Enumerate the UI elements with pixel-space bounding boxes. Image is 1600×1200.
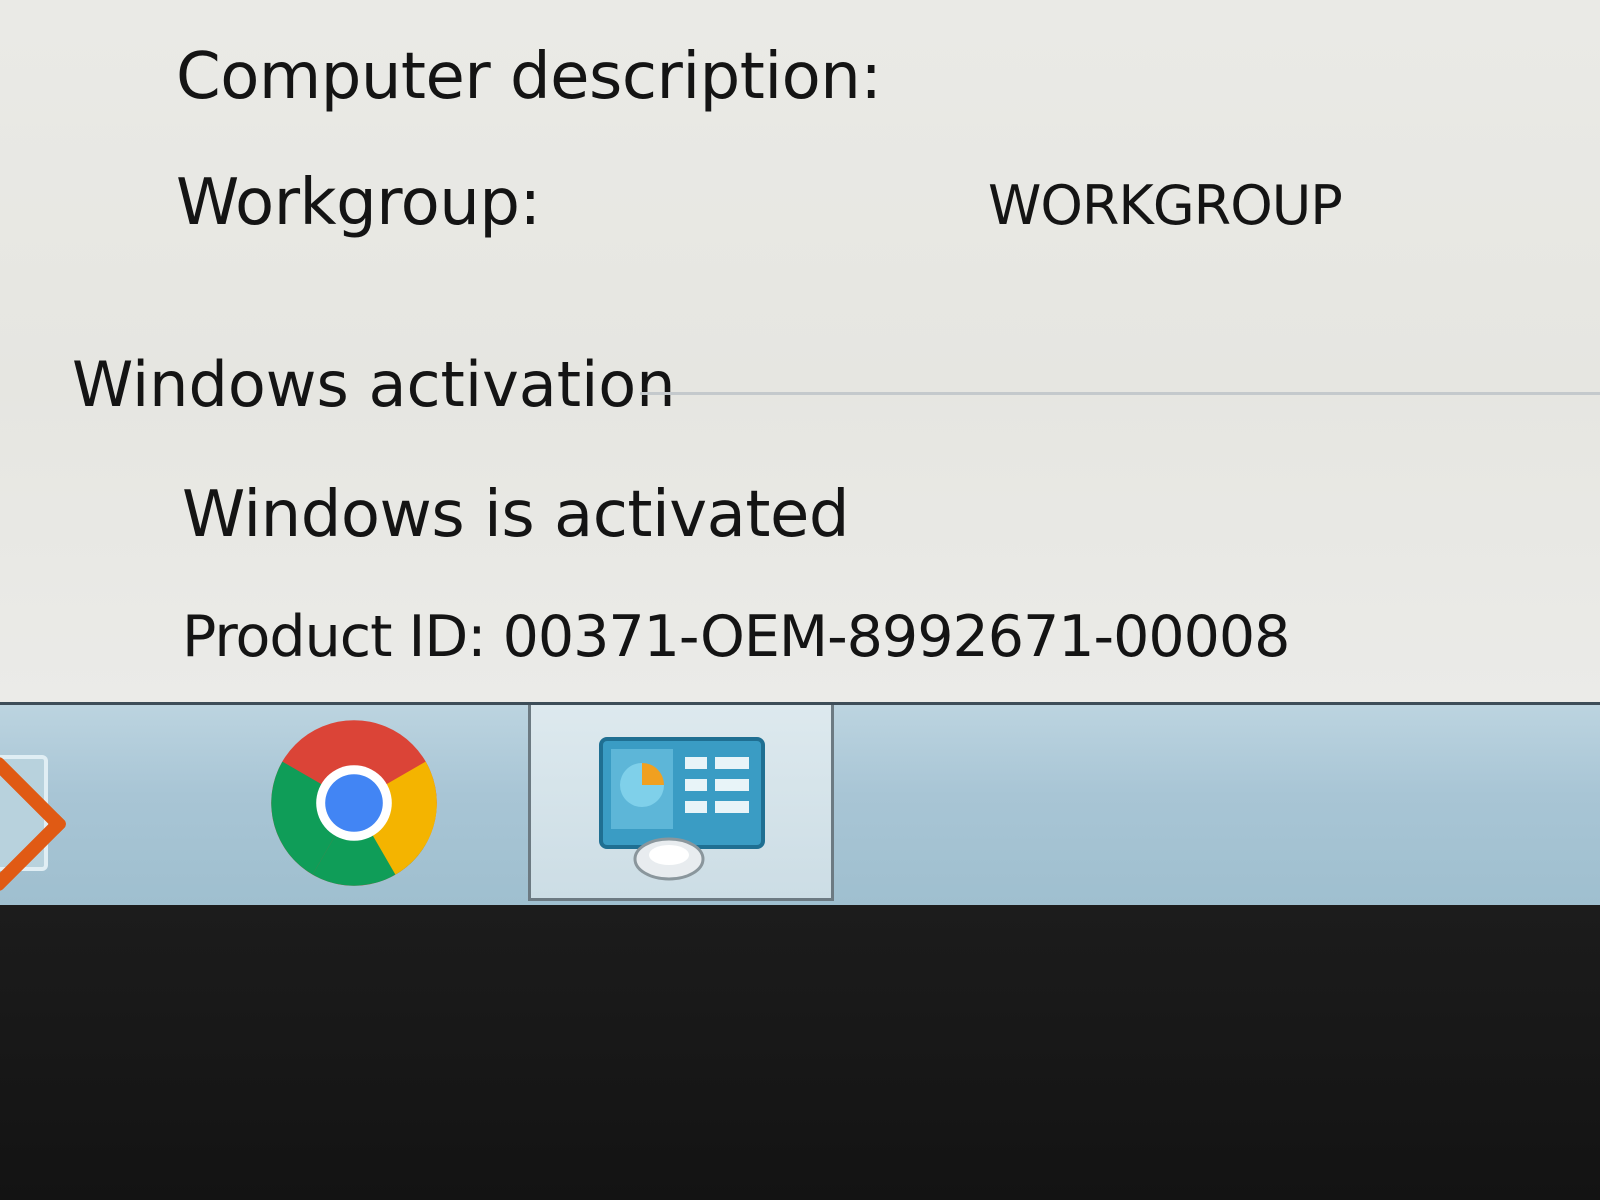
chrome-icon bbox=[271, 720, 437, 886]
section-divider bbox=[640, 392, 1600, 395]
windows-activation-heading: Windows activation bbox=[72, 348, 676, 421]
product-id: Product ID: 00371-OEM-8992671-00008 bbox=[182, 604, 1290, 670]
computer-description-label: Computer description: bbox=[176, 40, 882, 114]
taskbar-button-media-player[interactable] bbox=[0, 705, 90, 901]
system-properties-window: Computer description: Workgroup: WORKGRO… bbox=[0, 0, 1600, 702]
taskbar-button-control-panel[interactable] bbox=[528, 705, 834, 901]
workgroup-label: Workgroup: bbox=[176, 166, 541, 240]
screen: Computer description: Workgroup: WORKGRO… bbox=[0, 0, 1600, 1200]
monitor-bezel bbox=[0, 905, 1600, 1200]
control-panel-icon bbox=[599, 737, 765, 881]
workgroup-value: WORKGROUP bbox=[988, 174, 1343, 237]
taskbar bbox=[0, 702, 1600, 905]
activation-status: Windows is activated bbox=[182, 478, 849, 552]
taskbar-button-chrome[interactable] bbox=[240, 705, 470, 901]
